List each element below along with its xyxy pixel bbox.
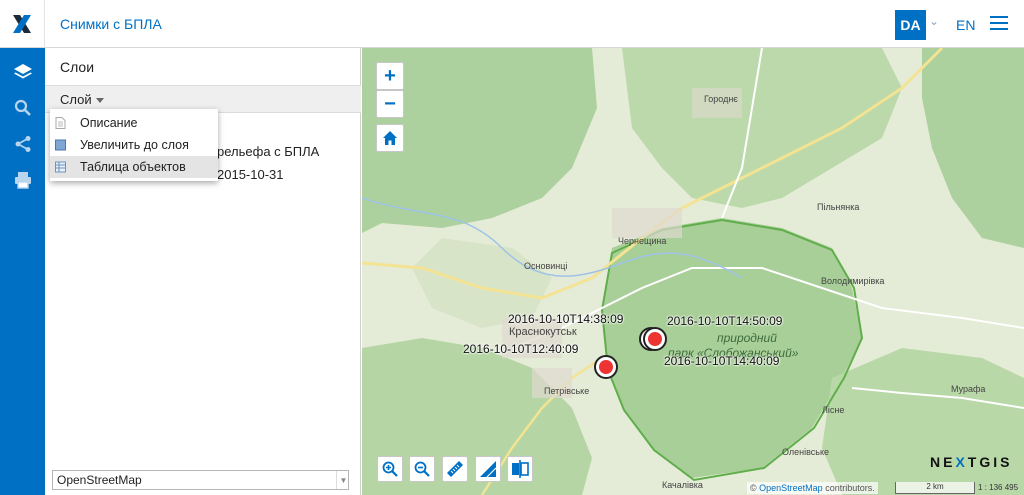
brand-part: NE: [930, 454, 956, 470]
park-label: природний: [717, 331, 777, 345]
zoom-out-icon: [414, 461, 430, 477]
layer-item[interactable]: рельефа с БПЛА: [217, 144, 319, 159]
menu-item-description[interactable]: Описание: [50, 112, 218, 134]
home-button[interactable]: [376, 124, 404, 152]
place-label: Петрівське: [544, 386, 590, 396]
brand-part: X: [955, 454, 968, 470]
menu-item-zoom-to-layer[interactable]: Увеличить до слоя: [50, 134, 218, 156]
caret-down-icon: [95, 98, 104, 104]
basemap-select[interactable]: OpenStreetMap ▼: [52, 470, 349, 490]
place-label: Качалівка: [662, 480, 703, 490]
layer-menu-label: Слой: [60, 92, 92, 107]
zoom-out-box-button[interactable]: [409, 456, 435, 482]
zoom-in-button[interactable]: +: [376, 62, 404, 90]
zoom-to-layer-icon: [55, 139, 66, 151]
place-label: Володимирівка: [821, 276, 885, 286]
measure-distance-button[interactable]: [442, 456, 468, 482]
feature-label: 2016-10-10T14:50:09: [667, 314, 783, 328]
share-icon[interactable]: [0, 126, 45, 162]
map-attribution: © OpenStreetMap contributors.: [747, 482, 878, 494]
scale-bar: 2 km: [895, 482, 975, 494]
map-view[interactable]: + − Городнє Чернещина Пільнянка Основинц…: [362, 48, 1024, 495]
place-label: Городнє: [704, 94, 738, 104]
place-label: Лісне: [822, 405, 845, 415]
app-title: Снимки с БПЛА: [60, 16, 162, 32]
compare-icon: [512, 460, 529, 478]
place-label: Пільнянка: [817, 202, 860, 212]
language-en-button[interactable]: EN: [956, 17, 975, 33]
search-icon[interactable]: [0, 90, 45, 126]
layer-menu-button[interactable]: Слой: [60, 92, 104, 107]
language-da-button[interactable]: DA: [895, 10, 926, 40]
place-label: Основинці: [524, 261, 568, 271]
basemap-value: OpenStreetMap: [57, 473, 142, 487]
attribution-suffix: contributors.: [825, 483, 875, 493]
brand-part: TGIS: [967, 454, 1013, 470]
zoom-out-button[interactable]: −: [376, 90, 404, 118]
panel-title: Слои: [60, 59, 95, 75]
layers-icon[interactable]: [0, 54, 45, 90]
scale-ratio: 1 : 136 495: [978, 483, 1019, 492]
map-background: [362, 48, 1024, 495]
nextgis-logo: NEXTGIS: [930, 454, 1012, 470]
select-arrow-icon: ▼: [336, 471, 350, 489]
home-icon: [383, 131, 397, 145]
menu-item-label: Таблица объектов: [80, 160, 186, 174]
feature-marker[interactable]: [643, 327, 667, 351]
feature-marker[interactable]: [594, 355, 618, 379]
sidebar: [0, 48, 45, 495]
place-label: Краснокутськ: [509, 326, 577, 338]
zoom-in-icon: [382, 461, 398, 477]
feature-label: 2016-10-10T14:38:09: [508, 312, 624, 326]
document-icon: [55, 117, 66, 129]
table-icon: [55, 161, 66, 173]
app-logo[interactable]: [0, 0, 45, 48]
ruler-icon: [447, 461, 463, 477]
place-label: Чернещина: [618, 236, 667, 246]
place-label: Оленівське: [782, 447, 830, 457]
attribution-prefix: ©: [750, 483, 757, 493]
layer-item[interactable]: 2015-10-31: [217, 167, 284, 182]
swipe-compare-button[interactable]: [507, 456, 533, 482]
print-icon[interactable]: [0, 162, 45, 198]
layer-dropdown-menu: Описание Увеличить до слоя Таблица объек…: [50, 109, 218, 181]
feature-label: 2016-10-10T12:40:09: [463, 342, 579, 356]
measure-area-button[interactable]: [475, 456, 501, 482]
x-logo-icon: [13, 15, 31, 33]
top-bar: Снимки с БПЛА DA ⌄ EN: [0, 0, 1024, 48]
menu-item-label: Увеличить до слоя: [80, 138, 189, 152]
feature-label: 2016-10-10T14:40:09: [664, 354, 780, 368]
place-label: Мурафа: [951, 384, 986, 394]
menu-item-label: Описание: [80, 116, 138, 130]
chevron-down-icon[interactable]: ⌄: [929, 14, 939, 28]
zoom-in-box-button[interactable]: [377, 456, 403, 482]
menu-item-feature-table[interactable]: Таблица объектов: [50, 156, 218, 178]
attribution-link[interactable]: OpenStreetMap: [759, 483, 823, 493]
area-icon: [480, 461, 497, 478]
hamburger-menu-icon[interactable]: [990, 16, 1008, 32]
